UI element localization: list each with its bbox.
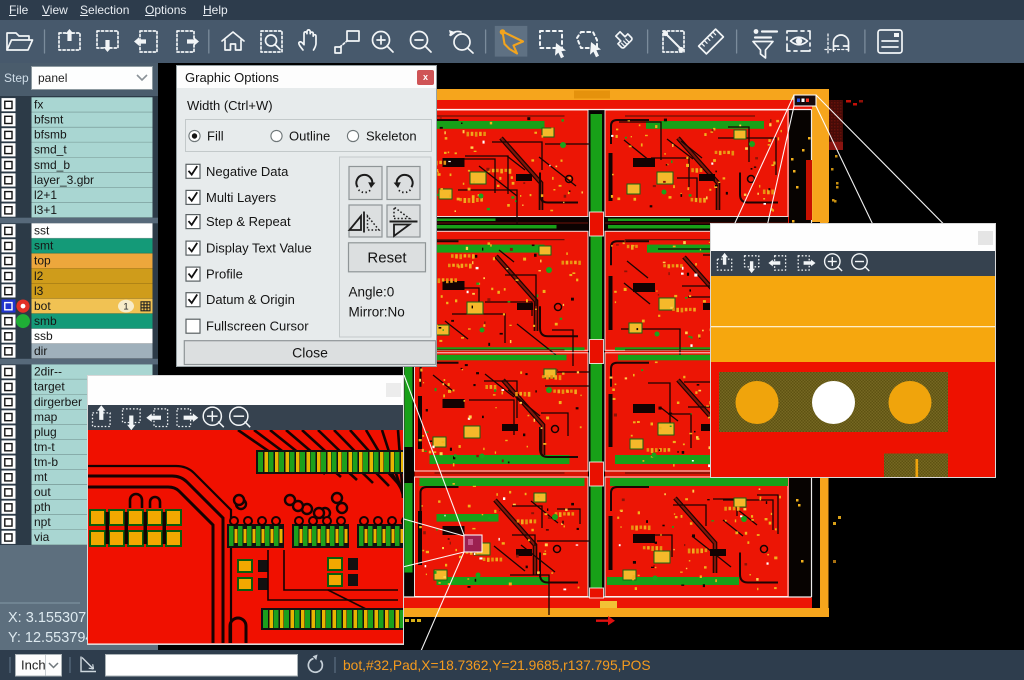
svg-text:Display Text Value: Display Text Value	[206, 240, 312, 255]
svg-text:dirgerber: dirgerber	[34, 395, 82, 409]
svg-text:smd_t: smd_t	[34, 143, 67, 157]
svg-text:2dir--: 2dir--	[34, 365, 62, 379]
svg-text:l3: l3	[34, 284, 44, 298]
svg-text:top: top	[34, 254, 51, 268]
svg-text:fx: fx	[34, 98, 43, 112]
svg-text:npt: npt	[34, 515, 51, 529]
svg-text:map: map	[34, 410, 58, 424]
svg-text:out: out	[34, 485, 51, 499]
svg-text:tm-t: tm-t	[34, 440, 55, 454]
svg-text:1: 1	[123, 302, 128, 313]
svg-text:l3+1: l3+1	[34, 203, 57, 217]
svg-text:Close: Close	[292, 344, 328, 360]
svg-text:Step & Repeat: Step & Repeat	[206, 214, 291, 229]
svg-text:l2+1: l2+1	[34, 188, 57, 202]
svg-text:tm-b: tm-b	[34, 455, 58, 469]
svg-text:Fullscreen Cursor: Fullscreen Cursor	[206, 318, 309, 333]
svg-text:target: target	[34, 380, 65, 394]
svg-text:Mirror:No: Mirror:No	[349, 304, 405, 319]
svg-text:sst: sst	[34, 224, 50, 238]
svg-text:l2: l2	[34, 269, 44, 283]
svg-text:smb: smb	[34, 314, 57, 328]
svg-text:Negative Data: Negative Data	[206, 163, 289, 178]
svg-text:plug: plug	[34, 425, 57, 439]
svg-text:pth: pth	[34, 500, 51, 514]
svg-text:bfsmt: bfsmt	[34, 113, 64, 127]
svg-text:bot,#32,Pad,X=18.7362,Y=21.968: bot,#32,Pad,X=18.7362,Y=21.9685,r137.795…	[343, 658, 651, 673]
svg-text:Fill: Fill	[207, 128, 224, 143]
svg-text:layer_3.gbr: layer_3.gbr	[34, 173, 94, 187]
svg-text:Reset: Reset	[367, 249, 407, 266]
svg-text:Skeleton: Skeleton	[366, 128, 417, 143]
svg-text:Profile: Profile	[206, 266, 243, 281]
svg-text:bot: bot	[34, 299, 51, 313]
svg-text:mt: mt	[34, 470, 48, 484]
svg-text:Datum & Origin: Datum & Origin	[206, 292, 295, 307]
svg-text:Y: 12.553794: Y: 12.553794	[8, 630, 93, 646]
svg-text:dir: dir	[34, 344, 47, 358]
svg-text:Angle:0: Angle:0	[349, 284, 395, 299]
svg-text:Multi Layers: Multi Layers	[206, 189, 277, 204]
svg-text:bfsmb: bfsmb	[34, 128, 67, 142]
svg-text:via: via	[34, 530, 50, 544]
svg-text:Inch: Inch	[21, 658, 46, 673]
svg-text:ssb: ssb	[34, 329, 53, 343]
svg-text:smt: smt	[34, 239, 54, 253]
svg-text:X: 3.155307: X: 3.155307	[8, 610, 86, 626]
svg-text:smd_b: smd_b	[34, 158, 70, 172]
svg-text:Outline: Outline	[289, 128, 330, 143]
